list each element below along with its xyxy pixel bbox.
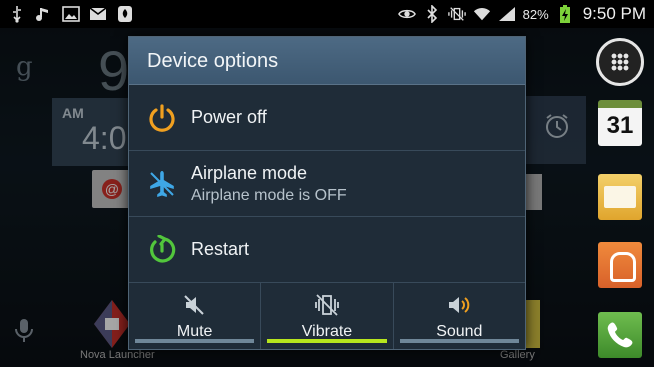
weather-widget-right xyxy=(524,96,586,164)
sound-indicator-bar xyxy=(399,339,519,343)
calendar-app-icon[interactable]: 31 xyxy=(598,100,642,146)
gallery-app-icon[interactable] xyxy=(524,300,540,348)
battery-percent: 82% xyxy=(522,6,549,22)
airplane-mode-label: Airplane mode xyxy=(191,162,308,183)
sound-icon xyxy=(446,293,472,317)
microphone-icon[interactable] xyxy=(14,318,34,344)
power-off-label: Power off xyxy=(191,107,267,127)
airplane-mode-status: Airplane mode is OFF xyxy=(191,186,347,204)
status-bar: 82% 9:50 PM xyxy=(0,0,654,28)
device-options-dialog: Device options Power off Airplane mode A… xyxy=(128,36,526,350)
mute-icon xyxy=(182,293,208,317)
system-icons: 82% 9:50 PM xyxy=(397,4,646,24)
apps-drawer-button[interactable] xyxy=(596,38,644,86)
music-icon xyxy=(35,5,53,23)
dropbox-icon xyxy=(116,5,134,23)
gmail-icon xyxy=(89,5,107,23)
gallery-label: Gallery xyxy=(500,349,535,361)
status-time: 9:50 PM xyxy=(582,4,646,23)
google-search-icon[interactable]: g xyxy=(16,52,33,82)
restart-option[interactable]: Restart xyxy=(129,217,525,283)
vibrate-indicator-bar xyxy=(267,339,387,343)
grid-icon xyxy=(611,53,629,71)
alarm-icon xyxy=(543,112,571,140)
mute-indicator-bar xyxy=(135,339,255,343)
signal-icon xyxy=(498,5,516,23)
restart-icon xyxy=(147,234,177,265)
nova-launcher-label: Nova Launcher xyxy=(80,349,155,361)
weather-time: 4:0 xyxy=(82,120,127,156)
airplane-mode-option[interactable]: Airplane mode Airplane mode is OFF xyxy=(129,151,525,217)
weather-widget[interactable] xyxy=(52,98,132,166)
sound-mode-selector: Mute Vibrate Sound xyxy=(129,283,525,349)
nova-launcher-icon[interactable] xyxy=(92,298,132,350)
usb-icon xyxy=(8,5,26,23)
restart-label: Restart xyxy=(191,239,250,259)
email-app-icon[interactable]: @ xyxy=(92,170,132,208)
app-dock: 31 xyxy=(594,28,654,367)
dialog-title: Device options xyxy=(129,37,525,85)
smart-stay-eye-icon xyxy=(397,5,416,23)
power-icon xyxy=(147,103,177,133)
phone-app-icon[interactable] xyxy=(598,312,642,358)
wifi-icon xyxy=(473,5,491,23)
contacts-app-icon[interactable] xyxy=(598,242,642,288)
bluetooth-icon xyxy=(423,5,441,23)
vibrate-mode-button[interactable]: Vibrate xyxy=(260,283,392,349)
battery-charging-icon xyxy=(556,5,574,23)
clock-widget[interactable]: 9 xyxy=(98,38,129,103)
vibrate-mode-icon xyxy=(314,293,340,317)
mute-mode-button[interactable]: Mute xyxy=(129,283,260,349)
memo-app-icon[interactable] xyxy=(524,174,542,210)
notification-icons xyxy=(8,5,134,23)
airplane-icon xyxy=(147,169,177,199)
power-off-option[interactable]: Power off xyxy=(129,85,525,151)
vibrate-icon xyxy=(447,5,466,23)
sound-mode-button[interactable]: Sound xyxy=(392,283,525,349)
image-icon xyxy=(62,5,80,23)
weather-am: AM xyxy=(62,105,84,121)
mail-app-icon[interactable] xyxy=(598,174,642,220)
